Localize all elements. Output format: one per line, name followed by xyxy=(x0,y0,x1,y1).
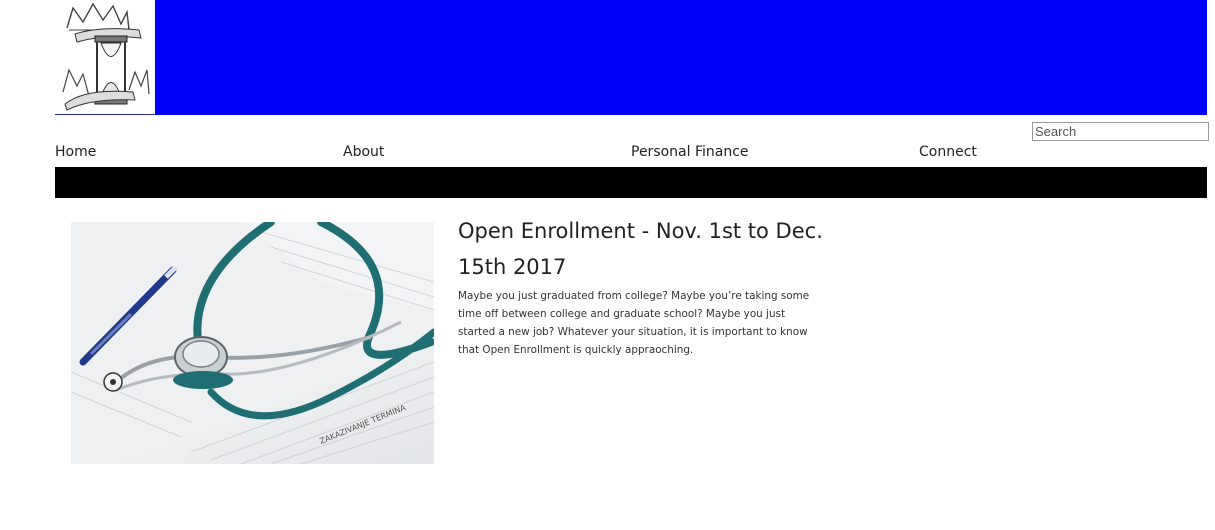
nav-bar xyxy=(55,167,1207,198)
nav-item-connect[interactable]: Connect xyxy=(919,144,977,160)
post-thumbnail[interactable]: ZAKAZIVANJE TERMINA xyxy=(71,222,434,464)
search-input[interactable] xyxy=(1032,122,1209,141)
stethoscope-on-forms-photo-icon: ZAKAZIVANJE TERMINA xyxy=(71,222,434,464)
page: Home About Personal Finance Connect xyxy=(0,0,1215,530)
nav-item-home[interactable]: Home xyxy=(55,144,96,160)
main-nav: Home About Personal Finance Connect xyxy=(55,144,1207,166)
crowned-hourglass-logo-icon xyxy=(62,2,150,111)
site-logo[interactable] xyxy=(55,0,155,115)
post-excerpt: Maybe you just graduated from college? M… xyxy=(458,290,810,356)
nav-item-personal-finance[interactable]: Personal Finance xyxy=(631,144,749,160)
header-banner xyxy=(55,0,1207,115)
nav-item-about[interactable]: About xyxy=(343,144,384,160)
header-banner-fill xyxy=(155,0,1207,115)
post-title[interactable]: Open Enrollment - Nov. 1st to Dec. 15th … xyxy=(458,213,828,285)
